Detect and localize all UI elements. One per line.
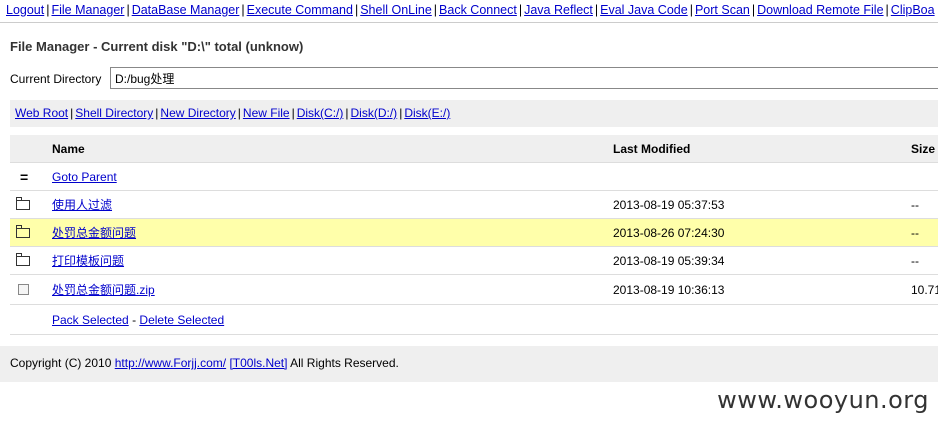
nav-separator: | [689, 3, 693, 17]
footer-link-t00ls[interactable]: [T00ls.Net] [229, 356, 287, 370]
link-separator: | [237, 106, 241, 120]
link-separator: | [345, 106, 349, 120]
current-directory-label: Current Directory [10, 72, 102, 86]
nav-logout[interactable]: Logout [6, 3, 44, 17]
file-name-link[interactable]: 打印模板问题 [52, 247, 124, 275]
nav-separator: | [885, 3, 889, 17]
nav-java-reflect[interactable]: Java Reflect [524, 3, 593, 17]
link-new-file[interactable]: New File [243, 106, 290, 120]
nav-separator: | [594, 3, 599, 17]
nav-file-manager[interactable]: File Manager [51, 3, 124, 17]
header-name: Name [52, 142, 85, 156]
nav-port-scan[interactable]: Port Scan [695, 3, 750, 17]
nav-back-connect[interactable]: Back Connect [439, 3, 517, 17]
nav-eval-java-code[interactable]: Eval Java Code [600, 3, 688, 17]
table-actions-row: Pack Selected - Delete Selected [10, 305, 938, 335]
folder-icon [16, 196, 30, 210]
footer-link-forjj[interactable]: http://www.Forjj.com/ [115, 356, 226, 370]
file-size: -- [911, 198, 919, 212]
top-nav-bar: Logout | File Manager | DataBase Manager | Exe… [6, 3, 938, 17]
delete-selected-link[interactable]: Delete Selected [139, 313, 224, 327]
goto-parent-link[interactable]: Goto Parent [52, 163, 117, 191]
current-directory-input[interactable] [110, 67, 938, 89]
nav-separator: | [518, 3, 523, 17]
nav-execute-command[interactable]: Execute Command [247, 3, 353, 17]
actions-separator: - [132, 313, 137, 327]
nav-separator: | [751, 3, 756, 17]
quick-links-bar: Web Root | Shell Directory | New Directory | N… [10, 100, 938, 127]
nav-database-manager[interactable]: DataBase Manager [132, 3, 240, 17]
header-last-modified: Last Modified [613, 142, 691, 156]
file-size: -- [911, 254, 919, 268]
link-separator: | [155, 106, 159, 120]
file-checkbox[interactable] [18, 284, 29, 296]
footer: Copyright (C) 2010 http://www.Forjj.com/… [0, 346, 938, 382]
file-modified: 2013-08-19 10:36:13 [613, 283, 725, 297]
table-row: 处罚总金额问题.zip 2013-08-19 10:36:13 10.71 [10, 275, 938, 305]
file-name-link[interactable]: 处罚总金额问题 [52, 219, 136, 247]
link-separator: | [291, 106, 295, 120]
link-shell-directory[interactable]: Shell Directory [75, 106, 153, 120]
pack-selected-link[interactable]: Pack Selected [52, 313, 129, 327]
nav-clipboard[interactable]: ClipBoa [891, 3, 935, 17]
parent-icon: = [20, 169, 29, 185]
file-modified: 2013-08-19 05:37:53 [613, 198, 725, 212]
link-disk-d[interactable]: Disk(D:/) [351, 106, 398, 120]
page-title: File Manager - Current disk "D:\" total … [10, 39, 304, 54]
file-size: -- [911, 226, 919, 240]
watermark: www.wooyun.org [717, 386, 929, 414]
link-disk-c[interactable]: Disk(C:/) [297, 106, 344, 120]
link-separator: | [399, 106, 403, 120]
nav-divider [0, 22, 938, 23]
link-new-directory[interactable]: New Directory [160, 106, 235, 120]
table-row: 打印模板问题 2013-08-19 05:39:34 -- [10, 247, 938, 275]
file-modified: 2013-08-19 05:39:34 [613, 254, 725, 268]
file-table: Name Last Modified Size = Goto Parent 使用… [10, 135, 938, 335]
link-separator: | [70, 106, 74, 120]
nav-download-remote-file[interactable]: Download Remote File [757, 3, 883, 17]
link-disk-e[interactable]: Disk(E:/) [404, 106, 450, 120]
nav-separator: | [433, 3, 438, 17]
file-modified: 2013-08-26 07:24:30 [613, 226, 725, 240]
file-size: 10.71 [911, 283, 938, 297]
table-header-row: Name Last Modified Size [10, 135, 938, 163]
link-web-root[interactable]: Web Root [15, 106, 68, 120]
file-name-link[interactable]: 使用人过滤 [52, 191, 112, 219]
nav-separator: | [46, 3, 50, 17]
table-row: 使用人过滤 2013-08-19 05:37:53 -- [10, 191, 938, 219]
file-name-link[interactable]: 处罚总金额问题.zip [52, 275, 155, 305]
footer-rights: All Rights Reserved. [290, 356, 399, 370]
nav-separator: | [241, 3, 245, 17]
folder-icon [16, 224, 30, 238]
header-size: Size [911, 142, 936, 156]
table-row-parent: = Goto Parent [10, 163, 938, 191]
folder-icon [16, 252, 30, 266]
nav-separator: | [354, 3, 359, 17]
nav-shell-online[interactable]: Shell OnLine [360, 3, 432, 17]
nav-separator: | [126, 3, 130, 17]
table-row: 处罚总金额问题 2013-08-26 07:24:30 -- [10, 219, 938, 247]
footer-copyright: Copyright (C) 2010 [10, 356, 112, 370]
